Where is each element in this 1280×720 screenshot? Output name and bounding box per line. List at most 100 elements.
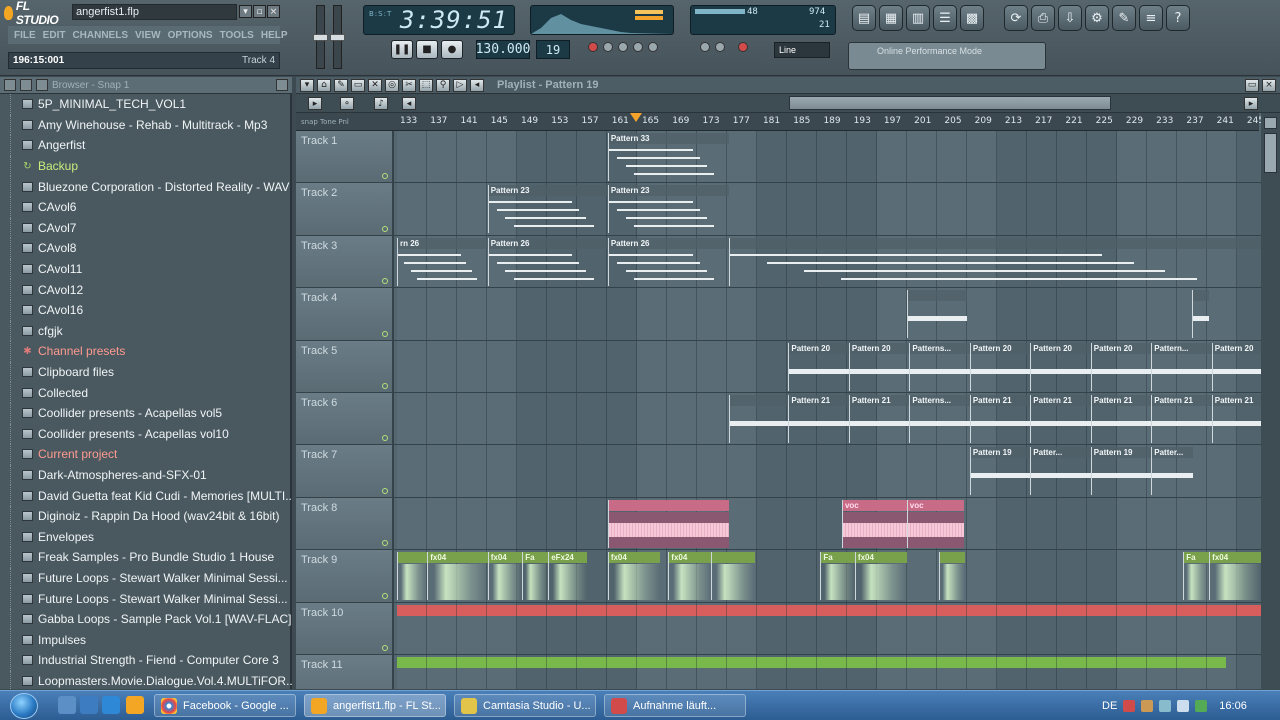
track-header[interactable]: Track 8 [296,497,394,550]
playlist-window-icon[interactable]: ▤ [852,5,876,31]
track-lane[interactable]: fx04 fx04 Fa eFx24 fx04 fx04 Fa fx04 Fa fx04 [397,550,1261,602]
track-mute-led[interactable] [382,225,388,232]
scroll-left-icon[interactable]: ◂ [470,78,484,92]
start-button[interactable] [10,693,38,719]
select-tool-icon[interactable]: ⬚ [419,78,433,92]
vertical-scrollbar[interactable] [1261,113,1280,689]
browser-item[interactable]: Gabba Loops - Sample Pack Vol.1 [WAV-FLA… [0,608,292,630]
browser-item[interactable]: CAvol12 [0,279,292,300]
browser-item[interactable]: Clipboard files [0,361,292,383]
playlist-clip[interactable]: Pattern 21 [969,395,1031,443]
restore-window-icon[interactable]: ▫ [253,5,266,18]
browser-item[interactable]: Freak Samples - Pro Bundle Studio 1 Hous… [0,547,292,568]
track-header[interactable]: Track 7 [296,445,394,497]
track-lane[interactable] [397,288,1261,340]
browser-item[interactable]: Angerfist [0,135,292,156]
playlist-clip[interactable]: Pattern 21 [1090,395,1152,443]
playlist-clip[interactable]: Pattern 23 [487,185,608,234]
track-header[interactable]: Track 2 [296,183,394,235]
task-facebook[interactable]: Facebook - Google ... [154,694,296,717]
playlist-clip[interactable]: Patterns... [909,395,970,443]
playlist-clip[interactable]: fx04 [854,552,907,601]
project-info-icon[interactable]: ≡ [1139,5,1163,31]
media-icon[interactable] [80,696,98,714]
track-lane[interactable]: Pattern 33 [397,131,1261,183]
browser-item[interactable]: CAvol16 [0,299,292,321]
automation-clip[interactable] [397,657,1227,668]
playlist-clip[interactable]: Pattern 19 [969,447,1031,496]
playlist-clip[interactable]: fx04 [607,552,660,601]
playlist-clip[interactable]: Pattern 33 [607,133,729,181]
playlist-clip[interactable] [728,237,1261,286]
blend-notes-icon[interactable] [633,42,643,52]
pattern-selector[interactable]: 19 [536,40,570,59]
browser-item[interactable]: Coollider presents - Acapellas vol5 [0,402,292,424]
scroll-right-button[interactable]: ▸ [1244,97,1258,110]
track-header[interactable]: Track 9 [296,550,394,602]
pattern-mode-icon[interactable]: ▸ [308,97,322,110]
playlist-clip[interactable]: Pattern 21 [848,395,910,443]
playlist-clip[interactable]: fx04 [487,552,523,601]
multilink-icon[interactable] [738,42,748,52]
menu-edit[interactable]: EDIT [43,30,66,41]
pencil-tool-icon[interactable]: ✎ [334,78,348,92]
wrench-icon[interactable]: ✎ [1112,5,1136,31]
playlist-clip[interactable]: fx04 [427,552,488,601]
song-position-clock[interactable]: B:S:T 3:39:51 [363,5,515,35]
automation-clip[interactable] [397,604,1261,616]
plugin-picker-icon[interactable]: ⟳ [1004,5,1028,31]
playlist-clip[interactable]: eFx24 [548,552,588,601]
countdown-icon[interactable] [618,42,628,52]
browser-collapse-icon[interactable] [20,79,32,91]
paint-tool-icon[interactable]: ▭ [351,78,365,92]
playlist-clip[interactable]: Pattern 21 [788,395,849,443]
playlist-clip[interactable]: fx04 [668,552,712,601]
record-button[interactable]: ● [441,40,463,59]
track-mute-led[interactable] [382,382,388,389]
playlist-clip[interactable]: Pattern 20 [1211,342,1261,391]
typing-keyboard-icon[interactable] [715,42,725,52]
playlist-clip[interactable]: Pattern 23 [607,185,729,234]
playlist-clip[interactable]: Pattern 19 [1090,447,1152,496]
track-mute-led[interactable] [382,644,388,651]
browser-item[interactable]: 5P_MINIMAL_TECH_VOL1 [0,94,292,115]
browser-item[interactable]: CAvol7 [0,217,292,239]
track-header[interactable]: Track 6 [296,393,394,445]
playlist-clip[interactable] [728,395,789,443]
playlist-clip[interactable]: Pattern... [1151,342,1212,391]
ie-icon[interactable] [102,696,120,714]
save-icon[interactable]: ⎙ [1031,5,1055,31]
browser-close-icon[interactable] [276,79,288,91]
stop-button[interactable]: ■ [416,40,438,59]
playlist-clip[interactable] [607,499,729,548]
fl-pin-icon[interactable] [126,696,144,714]
playlist-clip[interactable]: Fa [522,552,549,601]
playlist-clip[interactable] [397,552,428,601]
browser-item[interactable]: Bluezone Corporation - Distorted Reality… [0,176,292,197]
record-tray-icon[interactable] [1123,700,1136,712]
playlist-clip[interactable]: Pattern 21 [1211,395,1261,443]
playback-tool-icon[interactable]: ▷ [453,78,467,92]
browser-item[interactable]: Future Loops - Stewart Walker Minimal Se… [0,588,292,609]
menu-options[interactable]: OPTIONS [168,30,213,41]
tempo-icon[interactable]: ♪ [374,97,388,110]
volume-icon[interactable] [1177,700,1190,712]
help-icon[interactable]: ? [1166,5,1190,31]
playlist-clip[interactable]: voc [906,499,964,548]
browser-item[interactable]: Loopmasters.Movie.Dialogue.Vol.4.MULTiFO… [0,670,292,689]
browser-menu-icon[interactable] [4,79,16,91]
scroll-up-button[interactable] [1264,117,1277,129]
track-header[interactable]: Track 10 [296,602,394,654]
playlist-title[interactable]: Playlist - Pattern 19 [497,79,599,91]
mixer-window-icon[interactable]: ▩ [960,5,984,31]
delete-tool-icon[interactable]: ✕ [368,78,382,92]
language-indicator[interactable]: DE [1102,700,1117,712]
playlist-clip[interactable] [1191,290,1210,339]
render-icon[interactable]: ⇩ [1058,5,1082,31]
track-lane[interactable]: rn 26 Pattern 26 Pattern 26 [397,235,1261,288]
playlist-clip[interactable] [906,290,968,339]
browser-window-icon[interactable]: ☰ [933,5,957,31]
playlist-clip[interactable]: Patter... [1151,447,1193,496]
track-mute-led[interactable] [382,173,388,180]
playlist-menu-icon[interactable]: ▾ [300,78,314,92]
